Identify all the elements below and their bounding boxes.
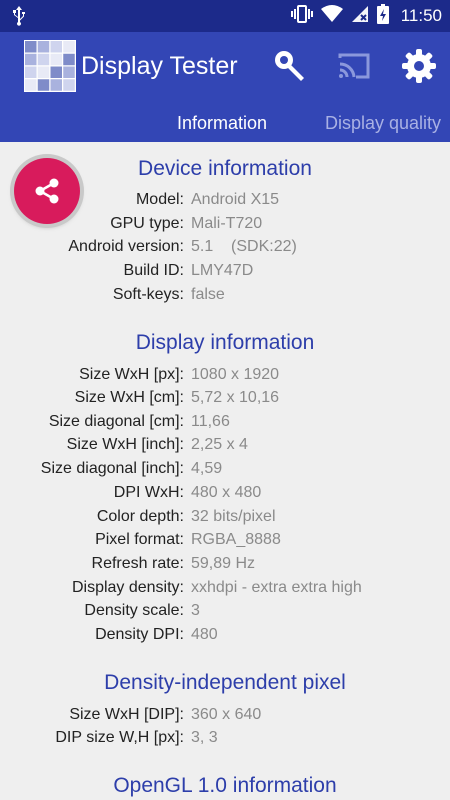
row-label: DIP size W,H [px]:: [55, 729, 184, 746]
row-label: Refresh rate:: [91, 555, 184, 572]
row-label: Pixel format:: [95, 531, 184, 548]
row-value: false: [191, 286, 225, 303]
tab-bar: Information Display quality: [0, 104, 450, 142]
row-label: Model:: [135, 191, 184, 208]
tab-display-quality[interactable]: Display quality: [325, 113, 441, 134]
row-value: 480 x 480: [191, 484, 262, 501]
row-label: Build ID:: [123, 262, 184, 279]
row-value: 11,66: [191, 413, 230, 430]
info-row: GPU type: Mali-T720: [0, 215, 450, 239]
info-row: Pixel format: RGBA_8888: [0, 531, 450, 555]
row-value: 32 bits/pixel: [191, 508, 276, 525]
info-row: Build ID: LMY47D: [0, 262, 450, 286]
info-row: Android version: 5.1 (SDK:22): [0, 238, 450, 262]
usb-icon: [12, 6, 26, 31]
row-value: 4,59: [191, 460, 223, 477]
row-value: 360 x 640: [191, 706, 262, 723]
row-value: RGBA_8888: [191, 531, 281, 548]
row-value: 2,25 x 4: [191, 436, 248, 453]
section-title-opengl-information: OpenGL 1.0 information: [113, 774, 337, 797]
info-row: Size WxH [DIP]: 360 x 640: [0, 706, 450, 730]
row-label: Size WxH [DIP]:: [69, 706, 184, 723]
row-label: Size WxH [cm]:: [74, 389, 184, 406]
row-value: 3: [191, 602, 200, 619]
section-title-display-information: Display information: [135, 331, 315, 354]
row-value: LMY47D: [191, 262, 254, 279]
row-value: 3, 3: [191, 729, 218, 746]
row-value: 5,72 x 10,16: [191, 389, 280, 406]
row-label: Display density:: [71, 579, 184, 596]
info-row: Model: Android X15: [0, 191, 450, 215]
app-title: Display Tester: [81, 52, 238, 80]
row-label: Size diagonal [inch]:: [40, 460, 184, 477]
info-row: Size diagonal [cm]: 11,66: [0, 413, 450, 437]
section-title-density-independent-pixel: Density-independent pixel: [104, 671, 346, 694]
no-sim-icon: [351, 5, 369, 28]
information-content[interactable]: Device information Model: Android X15 GPU…: [0, 142, 450, 800]
row-value: 59,89 Hz: [191, 555, 256, 572]
row-label: Size WxH [px]:: [79, 366, 184, 383]
info-row: Display density: xxhdpi - extra extra hig…: [0, 579, 450, 603]
tab-information[interactable]: Information: [177, 113, 267, 134]
wrench-icon[interactable]: [272, 48, 308, 84]
row-value: Android X15: [191, 191, 280, 208]
info-row: Soft-keys: false: [0, 286, 450, 310]
row-label: DPI WxH:: [113, 484, 184, 501]
wifi-icon: [320, 4, 343, 28]
status-time: 11:50: [400, 6, 442, 25]
app-logo-icon: [24, 40, 76, 92]
info-row: Density scale: 3: [0, 602, 450, 626]
battery-charging-icon: [376, 3, 389, 29]
section-title-device-information: Device information: [138, 157, 312, 180]
app-bar: Display Tester Information Display quali…: [0, 32, 450, 142]
row-label: Soft-keys:: [112, 286, 184, 303]
row-label: Size WxH [inch]:: [66, 436, 184, 453]
row-label: Density DPI:: [95, 626, 184, 643]
settings-icon[interactable]: [401, 48, 437, 84]
info-row: Density DPI: 480: [0, 626, 450, 650]
row-label: Density scale:: [84, 602, 184, 619]
info-row: DPI WxH: 480 x 480: [0, 484, 450, 508]
info-row: Size WxH [cm]: 5,72 x 10,16: [0, 389, 450, 413]
info-row: Size WxH [px]: 1080 x 1920: [0, 366, 450, 390]
row-value: Mali-T720: [191, 215, 263, 232]
row-label: Android version:: [68, 238, 184, 255]
cast-icon[interactable]: [336, 48, 372, 84]
row-value: xxhdpi - extra extra high: [191, 579, 362, 596]
row-label: Size diagonal [cm]:: [48, 413, 184, 430]
status-bar: 11:50: [0, 0, 450, 32]
info-row: Size WxH [inch]: 2,25 x 4: [0, 436, 450, 460]
info-row: DIP size W,H [px]: 3, 3: [0, 729, 450, 753]
vibrate-icon: [290, 4, 313, 28]
row-value: 5.1 (SDK:22): [191, 238, 297, 255]
status-icons: 11:50: [290, 0, 442, 32]
row-value: 1080 x 1920: [191, 366, 280, 383]
row-label: Color depth:: [96, 508, 184, 525]
info-row: Color depth: 32 bits/pixel: [0, 508, 450, 532]
row-label: GPU type:: [110, 215, 184, 232]
info-row: Refresh rate: 59,89 Hz: [0, 555, 450, 579]
info-row: Size diagonal [inch]: 4,59: [0, 460, 450, 484]
row-value: 480: [191, 626, 218, 643]
